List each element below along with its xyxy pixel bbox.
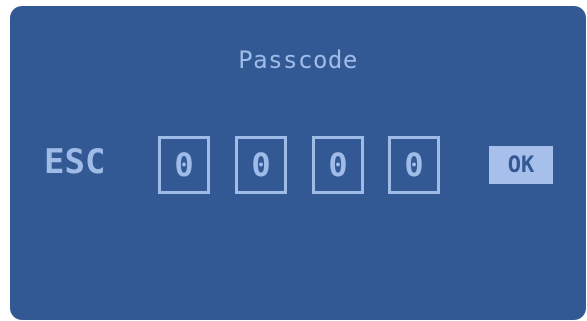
passcode-digit-4[interactable]: 0	[388, 136, 440, 194]
ok-button[interactable]: OK	[489, 146, 553, 184]
passcode-digit-1[interactable]: 0	[158, 136, 210, 194]
dialog-title: Passcode	[238, 46, 358, 74]
passcode-digit-2[interactable]: 0	[235, 136, 287, 194]
passcode-dialog: Passcode ESC 0 0 0 0 OK	[10, 6, 586, 320]
passcode-digit-3[interactable]: 0	[312, 136, 364, 194]
esc-button[interactable]: ESC	[44, 142, 105, 182]
